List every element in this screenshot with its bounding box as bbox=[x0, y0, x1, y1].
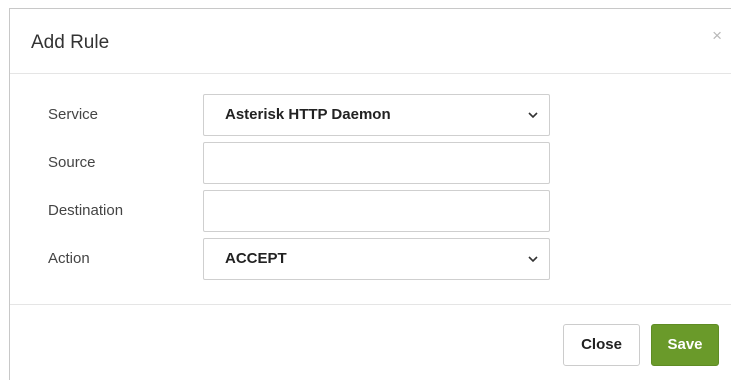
source-input[interactable] bbox=[203, 142, 550, 184]
source-label: Source bbox=[48, 154, 96, 171]
service-row: Service Asterisk HTTP Daemon bbox=[10, 94, 731, 136]
source-row: Source bbox=[10, 142, 731, 184]
destination-row: Destination bbox=[10, 190, 731, 232]
destination-label: Destination bbox=[48, 202, 124, 219]
close-button[interactable]: Close bbox=[563, 324, 640, 366]
action-selected-value: ACCEPT bbox=[225, 250, 287, 267]
dialog-header: Add Rule × bbox=[10, 9, 731, 74]
action-row: Action ACCEPT bbox=[10, 238, 731, 280]
add-rule-dialog: Add Rule × Service Asterisk HTTP Daemon … bbox=[9, 8, 731, 380]
action-label: Action bbox=[48, 250, 90, 267]
save-button[interactable]: Save bbox=[651, 324, 719, 366]
service-selected-value: Asterisk HTTP Daemon bbox=[225, 106, 391, 123]
destination-input[interactable] bbox=[203, 190, 550, 232]
service-select[interactable]: Asterisk HTTP Daemon bbox=[203, 94, 550, 136]
chevron-down-icon bbox=[528, 256, 538, 263]
chevron-down-icon bbox=[528, 112, 538, 119]
service-label: Service bbox=[48, 106, 99, 123]
action-select[interactable]: ACCEPT bbox=[203, 238, 550, 280]
dialog-title: Add Rule bbox=[31, 32, 110, 53]
close-icon[interactable]: × bbox=[712, 26, 722, 46]
dialog-footer: Close Save bbox=[10, 304, 731, 381]
dialog-body: Service Asterisk HTTP Daemon Source Dest… bbox=[10, 74, 731, 303]
